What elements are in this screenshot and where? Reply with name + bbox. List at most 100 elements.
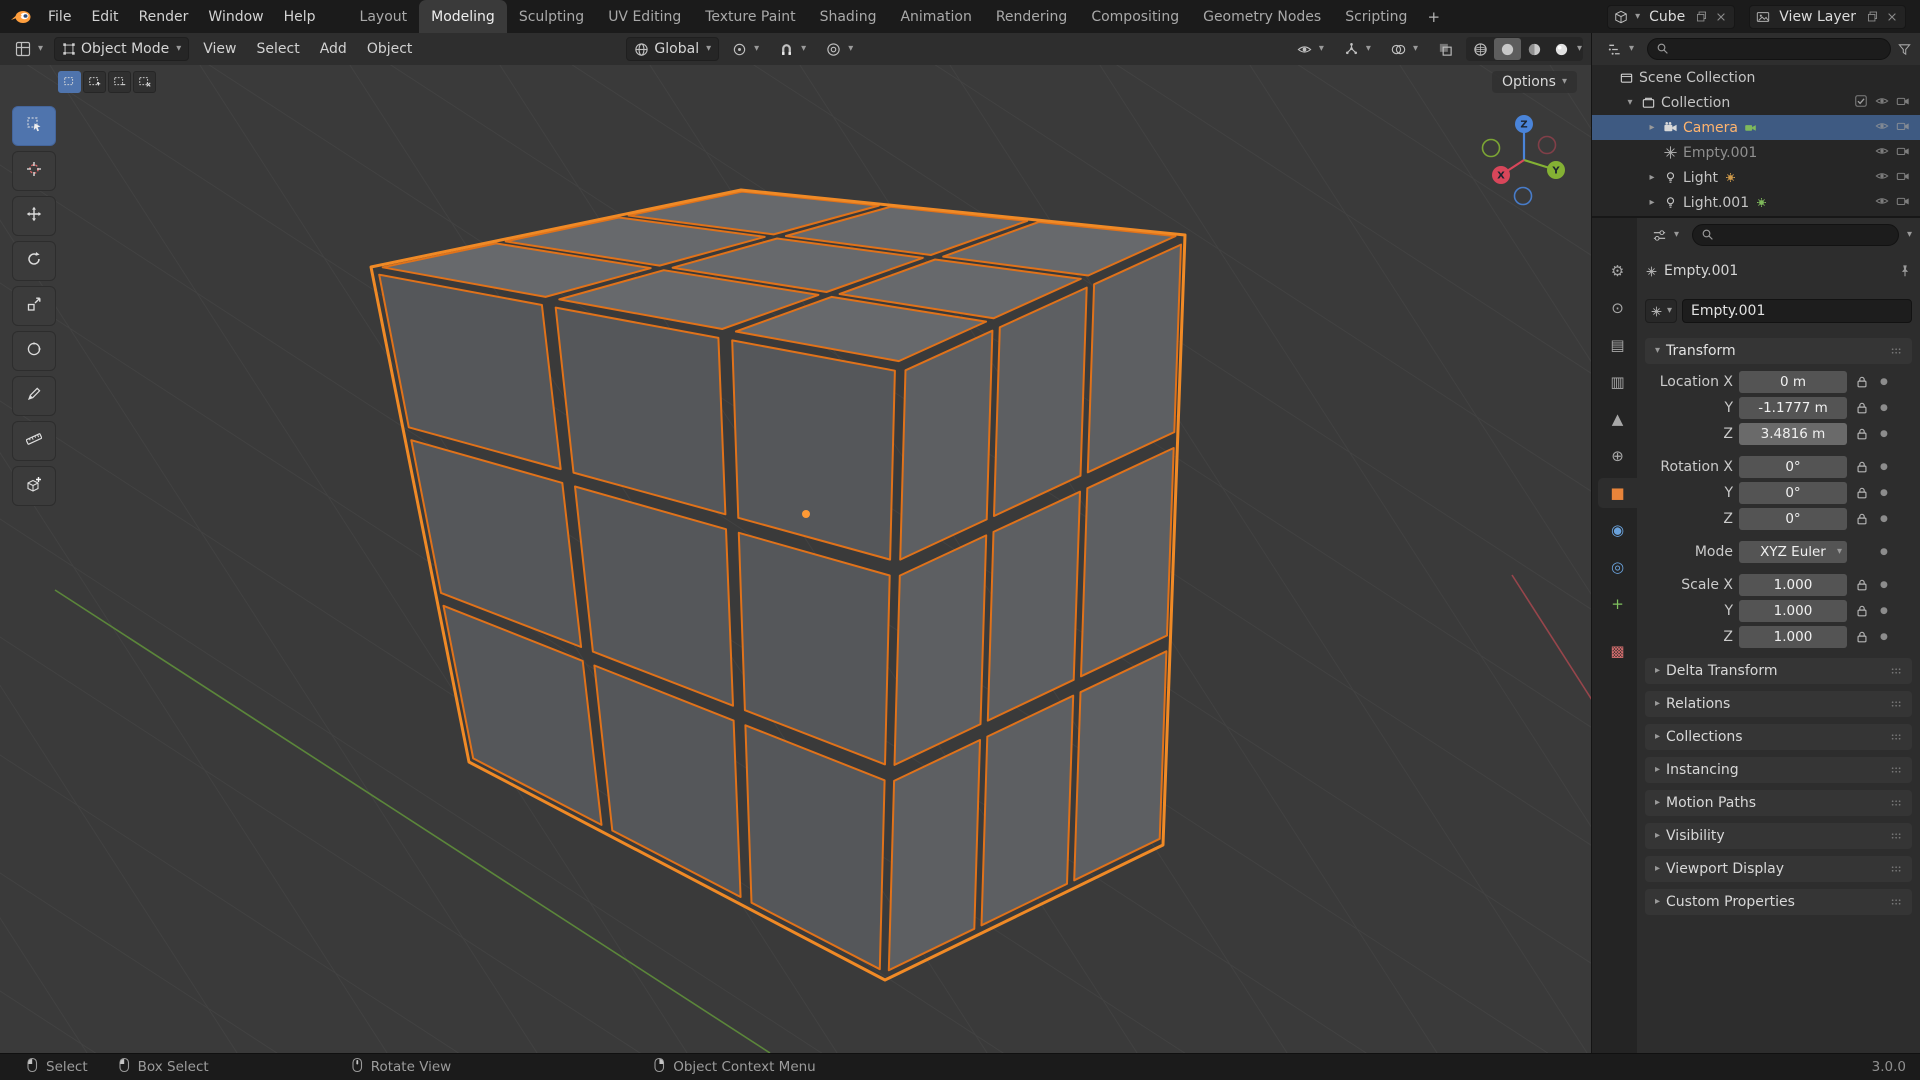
blender-logo-icon[interactable] <box>8 6 34 28</box>
panel-grip-icon[interactable] <box>1890 895 1904 909</box>
animate-decorator-dot[interactable]: ● <box>1880 632 1888 642</box>
tool-add-cube-button[interactable] <box>12 466 56 506</box>
workspace-tab-sculpting[interactable]: Sculpting <box>507 0 596 33</box>
outliner-row-light-001[interactable]: ▸ Light.001 <box>1592 190 1920 215</box>
select-mode-intersect-button[interactable] <box>133 71 156 93</box>
animate-decorator-dot[interactable]: ● <box>1880 580 1888 590</box>
panel-grip-icon[interactable] <box>1890 344 1904 358</box>
panel-delta-transform[interactable]: ▸ Delta Transform <box>1645 658 1912 684</box>
panel-instancing[interactable]: ▸ Instancing <box>1645 757 1912 783</box>
remove-view-layer-button[interactable] <box>1885 11 1899 23</box>
panel-grip-icon[interactable] <box>1890 664 1904 678</box>
outliner-search-input[interactable] <box>1674 41 1882 57</box>
properties-tab-object[interactable]: ■ <box>1598 478 1637 508</box>
eye-icon[interactable] <box>1875 169 1889 187</box>
disclosure-right-icon[interactable]: ▸ <box>1644 122 1660 133</box>
viewport-menu-select[interactable]: Select <box>247 36 310 62</box>
viewport-3d[interactable]: Options ▾ Z Y X <box>0 65 1591 1053</box>
lock-icon[interactable] <box>1854 512 1870 526</box>
properties-tab-tool[interactable]: ⚙ <box>1598 256 1637 286</box>
id-type-button[interactable]: ▾ <box>1645 299 1678 323</box>
menu-help[interactable]: Help <box>274 4 326 30</box>
lock-icon[interactable] <box>1854 375 1870 389</box>
animate-decorator-dot[interactable]: ● <box>1880 462 1888 472</box>
eye-icon[interactable] <box>1875 94 1889 112</box>
scene-selector[interactable]: ▾ Cube <box>1607 4 1736 29</box>
viewport-menu-object[interactable]: Object <box>357 36 423 62</box>
checkbox-icon[interactable] <box>1854 94 1868 112</box>
lock-icon[interactable] <box>1854 427 1870 441</box>
add-workspace-button[interactable]: + <box>1419 4 1448 30</box>
workspace-tab-modeling[interactable]: Modeling <box>419 0 507 33</box>
menu-file[interactable]: File <box>38 4 81 30</box>
tool-tweak-select-button[interactable] <box>12 106 56 146</box>
pivot-point-dropdown[interactable]: ▾ <box>725 39 766 60</box>
value-field-location-x[interactable]: 0 m <box>1739 371 1847 393</box>
animate-decorator-dot[interactable]: ● <box>1880 514 1888 524</box>
camera-toggle-icon[interactable] <box>1896 144 1910 162</box>
viewport-menu-view[interactable]: View <box>193 36 246 62</box>
value-field-y[interactable]: -1.1777 m <box>1739 397 1847 419</box>
lock-icon[interactable] <box>1854 401 1870 415</box>
toggle-xray-button[interactable] <box>1431 39 1460 60</box>
workspace-tab-rendering[interactable]: Rendering <box>984 0 1080 33</box>
camera-toggle-icon[interactable] <box>1896 119 1910 137</box>
outliner-editor-selector[interactable]: ▾ <box>1600 39 1641 60</box>
lock-icon[interactable] <box>1854 486 1870 500</box>
workspace-tab-scripting[interactable]: Scripting <box>1333 0 1419 33</box>
eye-icon[interactable] <box>1875 144 1889 162</box>
tool-scale-button[interactable] <box>12 286 56 326</box>
eye-icon[interactable] <box>1875 119 1889 137</box>
options-dropdown[interactable]: Options ▾ <box>1491 71 1577 93</box>
properties-editor-selector[interactable]: ▾ <box>1645 225 1686 246</box>
select-mode-extend-button[interactable] <box>83 71 106 93</box>
lock-icon[interactable] <box>1854 578 1870 592</box>
workspace-tab-layout[interactable]: Layout <box>348 0 420 33</box>
workspace-tab-texture-paint[interactable]: Texture Paint <box>693 0 807 33</box>
transform-panel-header[interactable]: ▾ Transform <box>1645 338 1912 364</box>
menu-window[interactable]: Window <box>198 4 273 30</box>
viewport-menu-add[interactable]: Add <box>310 36 357 62</box>
pin-icon[interactable] <box>1898 264 1912 278</box>
tool-rotate-button[interactable] <box>12 241 56 281</box>
workspace-tab-shading[interactable]: Shading <box>808 0 889 33</box>
outliner-row-light[interactable]: ▸ Light <box>1592 165 1920 190</box>
disclosure-down-icon[interactable]: ▾ <box>1622 97 1638 108</box>
value-field-rotation-x[interactable]: 0° <box>1739 456 1847 478</box>
mode-dropdown[interactable]: XYZ Euler ▾ <box>1739 541 1847 563</box>
panel-viewport-display[interactable]: ▸ Viewport Display <box>1645 856 1912 882</box>
tool-measure-button[interactable] <box>12 421 56 461</box>
show-overlays-toggle[interactable]: ▾ <box>1384 39 1425 60</box>
animate-decorator-dot[interactable]: ● <box>1880 606 1888 616</box>
animate-decorator-dot[interactable]: ● <box>1880 547 1888 557</box>
lock-icon[interactable] <box>1854 630 1870 644</box>
panel-grip-icon[interactable] <box>1890 730 1904 744</box>
shading-wireframe-button[interactable] <box>1467 38 1494 60</box>
camera-toggle-icon[interactable] <box>1896 169 1910 187</box>
show-gizmos-toggle[interactable]: ▾ <box>1337 39 1378 60</box>
properties-search[interactable] <box>1692 224 1899 246</box>
tool-move-button[interactable] <box>12 196 56 236</box>
navigation-gizmo[interactable]: Z Y X <box>1469 105 1579 215</box>
properties-tab-constraints[interactable]: ◎ <box>1598 552 1637 582</box>
panel-grip-icon[interactable] <box>1890 697 1904 711</box>
animate-decorator-dot[interactable]: ● <box>1880 377 1888 387</box>
object-type-visibility-dropdown[interactable]: ▾ <box>1290 39 1331 60</box>
transform-orientation-dropdown[interactable]: Global ▾ <box>626 37 720 61</box>
animate-decorator-dot[interactable]: ● <box>1880 488 1888 498</box>
mode-selector[interactable]: Object Mode ▾ <box>54 37 190 61</box>
outliner-row-camera[interactable]: ▸ Camera <box>1592 115 1920 140</box>
properties-tab-render[interactable]: ⊙ <box>1598 293 1637 323</box>
outliner-row-collection[interactable]: ▾ Collection <box>1592 90 1920 115</box>
workspace-tab-geometry-nodes[interactable]: Geometry Nodes <box>1191 0 1333 33</box>
lock-icon[interactable] <box>1854 460 1870 474</box>
animate-decorator-dot[interactable]: ● <box>1880 429 1888 439</box>
workspace-tab-compositing[interactable]: Compositing <box>1079 0 1191 33</box>
panel-grip-icon[interactable] <box>1890 796 1904 810</box>
new-view-layer-button[interactable] <box>1865 10 1880 23</box>
menu-edit[interactable]: Edit <box>81 4 128 30</box>
proportional-editing-toggle[interactable]: ▾ <box>819 39 860 60</box>
properties-tab-world[interactable]: ⊕ <box>1598 441 1637 471</box>
new-scene-button[interactable] <box>1694 10 1709 23</box>
view-layer-selector[interactable]: View Layer <box>1749 4 1906 29</box>
